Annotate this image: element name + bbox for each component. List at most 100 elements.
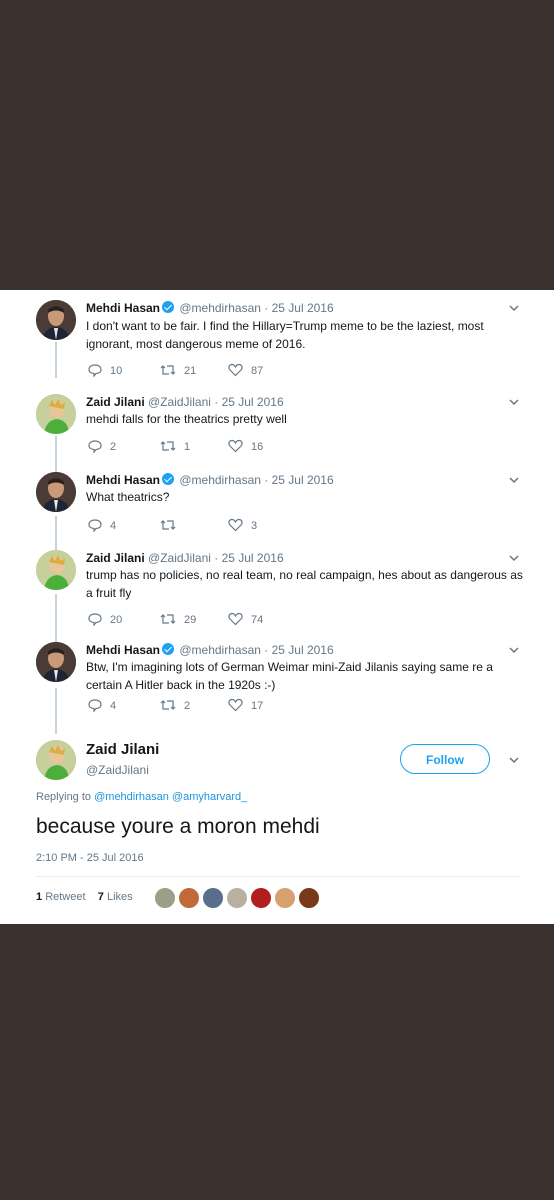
reply-icon <box>88 440 102 454</box>
avatar[interactable] <box>154 887 176 909</box>
avatar[interactable] <box>36 740 76 780</box>
reply-icon <box>88 613 102 627</box>
tweet-date[interactable]: · 25 Jul 2016 <box>264 301 333 315</box>
author-handle[interactable]: @ZaidJilani <box>148 395 211 409</box>
retweets-stat[interactable]: 1 Retweet <box>36 891 86 903</box>
retweet-icon <box>160 614 176 624</box>
like-count: 74 <box>251 614 264 626</box>
avatar[interactable] <box>36 472 76 512</box>
like-count: 16 <box>251 441 264 453</box>
author-name[interactable]: Zaid Jilani <box>86 551 145 565</box>
tweet-date[interactable]: · 25 Jul 2016 <box>214 551 283 565</box>
chevron-down-icon[interactable] <box>508 644 520 656</box>
retweet-icon <box>160 700 176 710</box>
thread-tweet[interactable]: Zaid Jilani @ZaidJilani · 25 Jul 2016 me… <box>0 386 554 466</box>
author-handle[interactable]: @mehdirhasan <box>179 473 261 487</box>
tweet-stats: 1 Retweet 7 Likes <box>36 891 133 903</box>
reply-button[interactable]: 2 <box>88 439 116 455</box>
tweet-text: trump has no policies, no real team, no … <box>86 568 523 600</box>
avatar[interactable] <box>36 550 76 590</box>
like-count: 17 <box>251 700 264 712</box>
heart-icon <box>228 612 243 626</box>
retweet-button[interactable]: 29 <box>160 612 196 628</box>
author-handle[interactable]: @ZaidJilani <box>86 763 149 777</box>
tweet-date[interactable]: · 25 Jul 2016 <box>264 643 333 657</box>
tweet-date[interactable]: · 25 Jul 2016 <box>214 395 283 409</box>
avatar[interactable] <box>226 887 248 909</box>
retweet-icon <box>160 441 176 451</box>
verified-badge-icon <box>162 643 175 655</box>
author-name[interactable]: Zaid Jilani <box>86 741 159 758</box>
reply-button[interactable]: 10 <box>88 363 122 379</box>
author-handle[interactable]: @mehdirhasan <box>179 301 261 315</box>
like-button[interactable]: 17 <box>228 698 263 714</box>
chevron-down-icon[interactable] <box>508 302 520 314</box>
avatar[interactable] <box>274 887 296 909</box>
thread-tweet[interactable]: Mehdi Hasan @mehdirhasan · 25 Jul 2016 W… <box>0 466 554 544</box>
like-count: 87 <box>251 365 264 377</box>
author-name[interactable]: Zaid Jilani <box>86 395 145 409</box>
like-button[interactable]: 87 <box>228 363 263 379</box>
tweet-header: Zaid Jilani @ZaidJilani · 25 Jul 2016 <box>86 394 284 410</box>
thread-tweet[interactable]: Zaid Jilani @ZaidJilani · 25 Jul 2016 tr… <box>0 544 554 636</box>
author-name[interactable]: Mehdi Hasan <box>86 473 160 487</box>
avatar[interactable] <box>202 887 224 909</box>
reply-button[interactable]: 4 <box>88 518 116 534</box>
author-handle[interactable]: @ZaidJilani <box>148 551 211 565</box>
retweet-icon <box>160 365 176 375</box>
avatar[interactable] <box>250 887 272 909</box>
tweet-text: Btw, I'm imagining lots of German Weimar… <box>86 660 493 692</box>
retweet-button[interactable]: 2 <box>160 698 190 714</box>
reply-icon <box>88 364 102 378</box>
chevron-down-icon[interactable] <box>508 754 520 766</box>
replying-prefix: Replying to <box>36 791 92 803</box>
avatar[interactable] <box>298 887 320 909</box>
like-count: 3 <box>251 520 258 532</box>
retweet-icon <box>160 520 176 530</box>
retweet-button[interactable] <box>160 518 184 534</box>
tweet-header: Mehdi Hasan @mehdirhasan · 25 Jul 2016 <box>86 472 334 488</box>
avatar[interactable] <box>36 394 76 434</box>
avatar[interactable] <box>178 887 200 909</box>
replying-to-link[interactable]: @mehdirhasan @amyharvard_ <box>94 791 247 803</box>
thread-tweet[interactable]: Mehdi Hasan @mehdirhasan · 25 Jul 2016 I… <box>0 290 554 386</box>
verified-badge-icon <box>162 301 175 313</box>
reply-count: 2 <box>110 441 117 453</box>
heart-icon <box>228 518 243 532</box>
heart-icon <box>228 363 243 377</box>
tweet-date[interactable]: · 25 Jul 2016 <box>264 473 333 487</box>
divider <box>36 876 520 877</box>
tweet-text: because youre a moron mehdi <box>36 815 320 838</box>
reply-count: 4 <box>110 520 117 532</box>
like-button[interactable]: 74 <box>228 612 263 628</box>
heart-icon <box>228 698 243 712</box>
reply-count: 20 <box>110 614 123 626</box>
retweet-count: 21 <box>184 365 197 377</box>
author-name[interactable]: Mehdi Hasan <box>86 643 160 657</box>
reply-count: 10 <box>110 365 123 377</box>
chevron-down-icon[interactable] <box>508 474 520 486</box>
author-name[interactable]: Mehdi Hasan <box>86 301 160 315</box>
follow-button[interactable]: Follow <box>400 744 490 774</box>
tweet-header: Mehdi Hasan @mehdirhasan · 25 Jul 2016 <box>86 300 334 316</box>
chevron-down-icon[interactable] <box>508 396 520 408</box>
reply-button[interactable]: 4 <box>88 698 116 714</box>
avatar[interactable] <box>36 642 76 682</box>
tweet-timestamp[interactable]: 2:10 PM - 25 Jul 2016 <box>36 852 144 864</box>
like-button[interactable]: 16 <box>228 439 263 455</box>
main-tweet: Zaid Jilani @ZaidJilani Follow Replying … <box>0 732 554 924</box>
reply-button[interactable]: 20 <box>88 612 122 628</box>
reply-icon <box>88 519 102 533</box>
retweet-button[interactable]: 21 <box>160 363 196 379</box>
retweet-count: 2 <box>184 700 191 712</box>
like-button[interactable]: 3 <box>228 518 257 534</box>
likes-stat[interactable]: 7 Likes <box>98 891 133 903</box>
tweet-text: I don't want to be fair. I find the Hill… <box>86 319 484 351</box>
verified-badge-icon <box>162 473 175 485</box>
chevron-down-icon[interactable] <box>508 552 520 564</box>
avatar[interactable] <box>36 300 76 340</box>
author-handle[interactable]: @mehdirhasan <box>179 643 261 657</box>
retweet-button[interactable]: 1 <box>160 439 190 455</box>
thread-tweet[interactable]: Mehdi Hasan @mehdirhasan · 25 Jul 2016 B… <box>0 636 554 732</box>
heart-icon <box>228 439 243 453</box>
